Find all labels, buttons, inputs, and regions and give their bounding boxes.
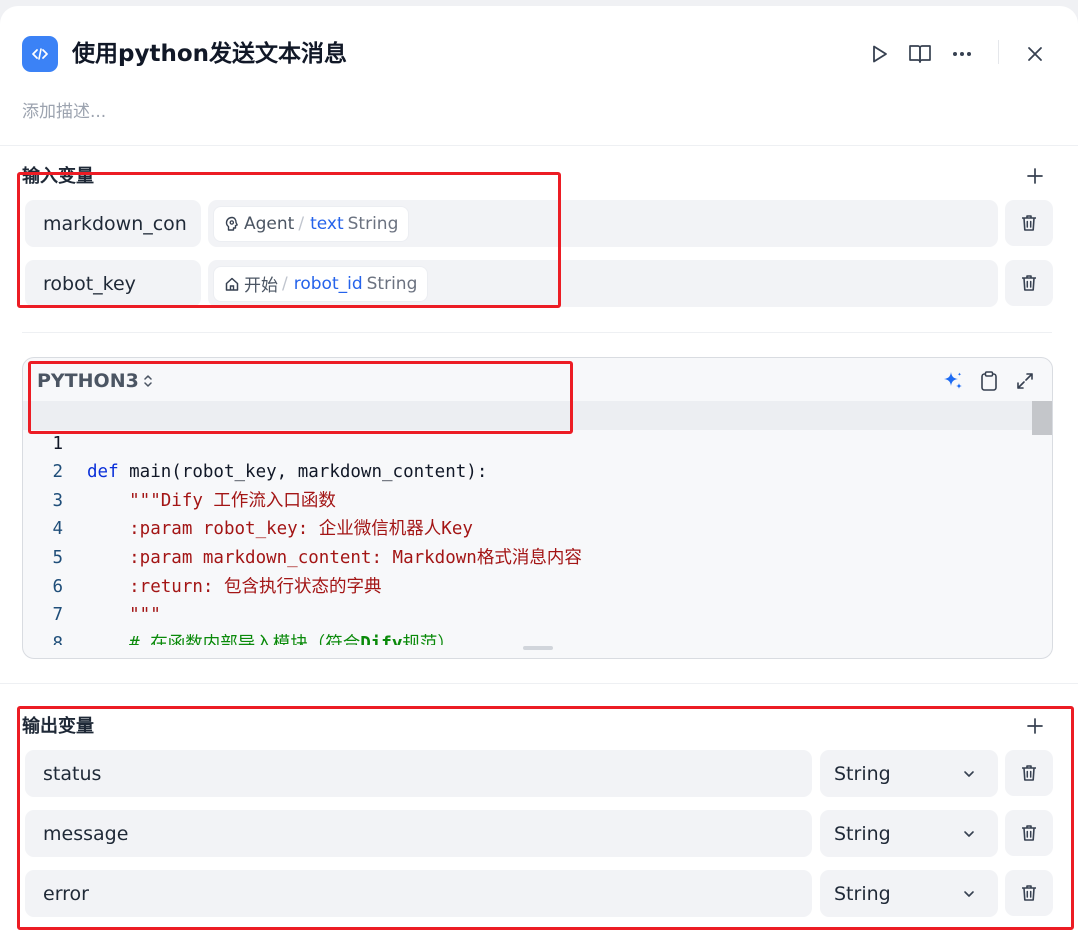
highlight-box-code-header <box>28 361 573 434</box>
play-icon <box>873 45 887 63</box>
description-input[interactable]: 添加描述... <box>22 100 106 124</box>
trash-icon <box>1022 275 1036 291</box>
trash-icon <box>1022 215 1036 231</box>
code-line: 9 import json <box>23 630 1052 645</box>
run-button[interactable] <box>863 38 895 70</box>
code-line: 5 :return: 包含执行状态的字典 <box>23 515 1052 597</box>
code-line: 8 import requests <box>23 601 1052 645</box>
code-node-icon <box>22 36 58 72</box>
code-content[interactable]: 1 def main(robot_key, markdown_content):… <box>23 401 1052 645</box>
divider <box>22 332 1052 333</box>
more-horizontal-icon <box>953 52 971 56</box>
help-doc-button[interactable] <box>904 38 936 70</box>
highlight-box-input-vars <box>17 172 561 308</box>
expand-icon <box>1017 373 1033 389</box>
delete-input-var-button[interactable] <box>1005 260 1053 306</box>
close-button[interactable] <box>1019 38 1051 70</box>
close-icon <box>1028 47 1042 61</box>
divider <box>0 683 1078 684</box>
header-divider <box>998 40 999 64</box>
book-open-icon <box>909 45 931 63</box>
code-tools <box>940 368 1038 394</box>
add-input-var-button[interactable] <box>1022 163 1048 189</box>
more-options-button[interactable] <box>946 38 978 70</box>
delete-input-var-button[interactable] <box>1005 200 1053 246</box>
sparkle-icon <box>944 372 962 389</box>
highlight-box-output-vars <box>17 706 1074 930</box>
code-line: 3 :param robot_key: 企业微信机器人Key <box>23 458 1052 540</box>
expand-button[interactable] <box>1012 368 1038 394</box>
code-icon <box>32 48 48 60</box>
code-line: 6 """ <box>23 544 1052 626</box>
node-title[interactable]: 使用python发送文本消息 <box>72 36 347 72</box>
editor-scrollbar[interactable] <box>1032 401 1052 435</box>
copy-button[interactable] <box>976 368 1002 394</box>
code-line: 7 # 在函数内部导入模块（符合Dify规范） <box>23 573 1052 645</box>
code-node-panel: 使用python发送文本消息 添加描述... 输入变量 markdown_con <box>0 6 1078 937</box>
plus-icon <box>1027 168 1043 184</box>
editor-resize-handle[interactable] <box>523 646 553 650</box>
code-line: 4 :param markdown_content: Markdown格式消息内… <box>23 487 1052 568</box>
ai-generate-button[interactable] <box>940 368 966 394</box>
divider <box>0 145 1078 146</box>
clipboard-icon <box>981 371 997 391</box>
